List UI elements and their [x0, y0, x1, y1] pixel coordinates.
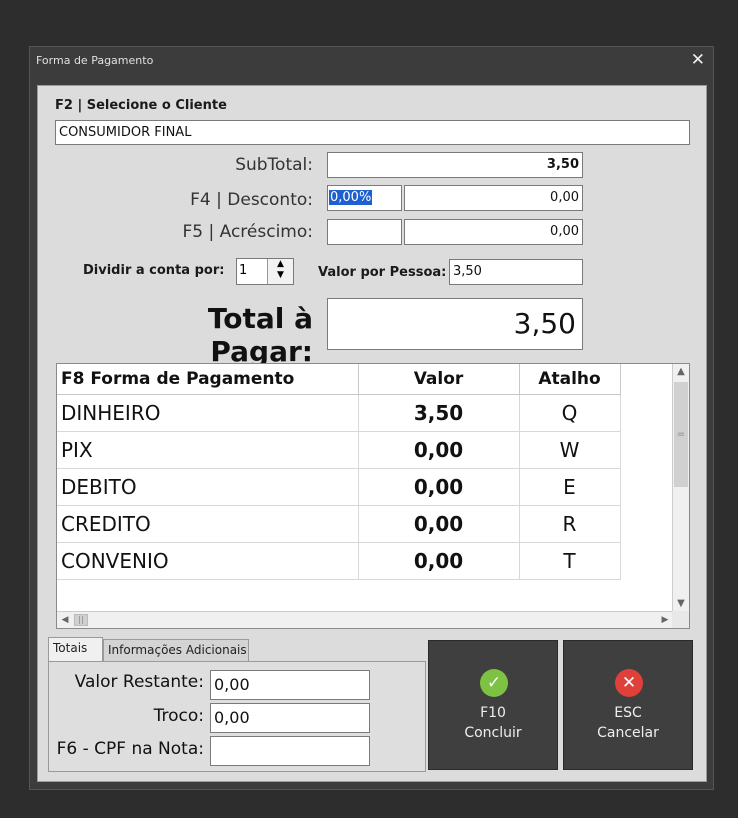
change-input[interactable]: 0,00: [210, 703, 370, 733]
payment-methods-grid: F8 Forma de Pagamento Valor Atalho DINHE…: [56, 363, 690, 629]
header-value[interactable]: Valor: [358, 364, 520, 395]
payment-window: Forma de Pagamento ✕ F2 | Selecione o Cl…: [29, 46, 714, 790]
table-row[interactable]: DINHEIRO 3,50 Q: [57, 394, 621, 432]
scroll-left-icon[interactable]: ◀: [57, 612, 73, 628]
subtotal-input[interactable]: 3,50: [327, 152, 583, 178]
header-payment-method[interactable]: F8 Forma de Pagamento: [57, 364, 359, 395]
payment-method-value[interactable]: 3,50: [358, 394, 520, 432]
split-label: Dividir a conta por:: [83, 263, 225, 278]
tab-totais[interactable]: Totais: [48, 637, 103, 661]
conclude-button[interactable]: ✓ F10 Concluir: [428, 640, 558, 770]
surcharge-label: F5 | Acréscimo:: [182, 222, 314, 242]
subtotal-label: SubTotal:: [235, 155, 313, 175]
cancel-key: ESC: [614, 705, 642, 721]
surcharge-percent-input[interactable]: [327, 219, 402, 245]
payment-method-name: CONVENIO: [57, 542, 359, 580]
discount-value-input[interactable]: 0,00: [404, 185, 583, 211]
payment-method-value[interactable]: 0,00: [358, 468, 520, 506]
discount-percent-input[interactable]: 0,00%: [327, 185, 402, 211]
payment-method-shortcut: Q: [519, 394, 621, 432]
scroll-thumb[interactable]: =: [674, 382, 688, 487]
payment-method-shortcut: E: [519, 468, 621, 506]
scroll-thumb-horizontal[interactable]: ||: [74, 614, 88, 626]
tab-informacoes-adicionais[interactable]: Informações Adicionais: [103, 639, 249, 661]
cancel-label: Cancelar: [597, 725, 659, 741]
per-person-input[interactable]: 3,50: [449, 259, 583, 285]
payment-method-name: CREDITO: [57, 505, 359, 543]
tab-page-totais: Valor Restante: 0,00 Troco: 0,00 F6 - CP…: [48, 661, 426, 772]
cancel-icon: ✕: [615, 669, 643, 697]
scrollbar-corner: [672, 611, 689, 628]
per-person-label: Valor por Pessoa:: [318, 265, 447, 280]
conclude-label: Concluir: [464, 725, 522, 741]
payment-method-name: PIX: [57, 431, 359, 469]
table-row[interactable]: PIX 0,00 W: [57, 431, 621, 469]
payment-methods-table: F8 Forma de Pagamento Valor Atalho DINHE…: [57, 364, 621, 580]
client-label: F2 | Selecione o Cliente: [55, 98, 227, 113]
conclude-key: F10: [480, 705, 506, 721]
table-row[interactable]: CONVENIO 0,00 T: [57, 542, 621, 580]
surcharge-value-input[interactable]: 0,00: [404, 219, 583, 245]
payment-method-value[interactable]: 0,00: [358, 505, 520, 543]
table-header-row: F8 Forma de Pagamento Valor Atalho: [57, 364, 621, 395]
payment-method-shortcut: R: [519, 505, 621, 543]
scroll-right-icon[interactable]: ▶: [657, 612, 673, 628]
client-input[interactable]: CONSUMIDOR FINAL: [55, 120, 690, 145]
split-value: 1: [239, 263, 248, 278]
header-shortcut[interactable]: Atalho: [519, 364, 621, 395]
window-title: Forma de Pagamento: [36, 54, 154, 67]
total-input[interactable]: 3,50: [327, 298, 583, 350]
stepper-arrows-icon[interactable]: ▲ ▼: [267, 259, 293, 284]
remaining-input[interactable]: 0,00: [210, 670, 370, 700]
payment-method-value[interactable]: 0,00: [358, 431, 520, 469]
scroll-up-icon[interactable]: ▲: [673, 364, 689, 380]
payment-method-name: DEBITO: [57, 468, 359, 506]
payment-method-shortcut: W: [519, 431, 621, 469]
payment-method-value[interactable]: 0,00: [358, 542, 520, 580]
scroll-down-icon[interactable]: ▼: [673, 596, 689, 612]
cpf-input[interactable]: [210, 736, 370, 766]
cpf-label: F6 - CPF na Nota:: [56, 739, 204, 759]
change-label: Troco:: [153, 706, 204, 726]
total-label: Total à Pagar:: [207, 302, 313, 368]
discount-percent-value: 0,00%: [329, 190, 373, 205]
horizontal-scrollbar[interactable]: ◀ || ▶: [57, 611, 673, 628]
remaining-label: Valor Restante:: [74, 672, 204, 692]
title-bar: Forma de Pagamento ✕: [30, 47, 713, 75]
table-row[interactable]: DEBITO 0,00 E: [57, 468, 621, 506]
cancel-button[interactable]: ✕ ESC Cancelar: [563, 640, 693, 770]
main-panel: F2 | Selecione o Cliente CONSUMIDOR FINA…: [37, 85, 707, 782]
close-icon[interactable]: ✕: [691, 50, 705, 70]
payment-method-shortcut: T: [519, 542, 621, 580]
discount-label: F4 | Desconto:: [190, 190, 313, 210]
table-row[interactable]: CREDITO 0,00 R: [57, 505, 621, 543]
check-icon: ✓: [480, 669, 508, 697]
payment-method-name: DINHEIRO: [57, 394, 359, 432]
vertical-scrollbar[interactable]: ▲ = ▼: [672, 364, 689, 612]
split-stepper[interactable]: 1 ▲ ▼: [236, 258, 294, 285]
